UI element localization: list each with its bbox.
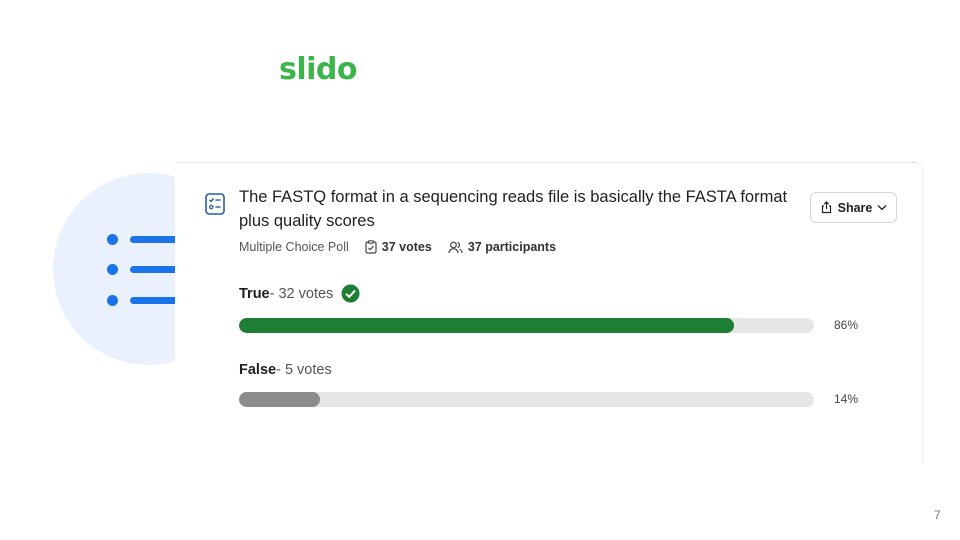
share-button-label: Share bbox=[837, 200, 873, 215]
share-button[interactable]: Share bbox=[810, 192, 897, 223]
correct-answer-check-icon bbox=[341, 284, 360, 303]
option-false-result-bar bbox=[239, 392, 814, 407]
chevron-down-icon bbox=[877, 205, 887, 211]
poll-type-label: Multiple Choice Poll bbox=[239, 240, 349, 254]
result-bar-fill bbox=[239, 392, 320, 407]
multiple-choice-poll-icon bbox=[205, 193, 225, 215]
clipboard-check-icon bbox=[365, 240, 377, 254]
option-name: False bbox=[239, 362, 277, 378]
slide-page-number: 7 bbox=[934, 508, 941, 522]
votes-count-label: 37 votes bbox=[381, 240, 432, 254]
share-icon bbox=[821, 201, 831, 214]
option-false-percent: 14% bbox=[834, 392, 859, 406]
option-true-result-bar bbox=[239, 318, 814, 333]
votes-count: 37 votes bbox=[365, 240, 432, 254]
poll-meta: Multiple Choice Poll 37 votes 37 partici… bbox=[239, 240, 572, 254]
option-votes: - 32 votes bbox=[269, 285, 334, 302]
poll-question: The FASTQ format in a sequencing reads f… bbox=[239, 188, 788, 230]
poll-results-card: The FASTQ format in a sequencing reads f… bbox=[175, 162, 923, 463]
option-name: True bbox=[239, 285, 270, 302]
option-true-percent: 86% bbox=[834, 318, 859, 332]
participants-count: 37 participants bbox=[448, 240, 556, 254]
participants-count-label: 37 participants bbox=[467, 240, 557, 254]
option-false-label: False - 5 votes bbox=[239, 362, 332, 378]
result-bar-fill bbox=[239, 318, 734, 333]
poll-type: Multiple Choice Poll bbox=[239, 240, 349, 254]
option-votes: - 5 votes bbox=[276, 362, 332, 378]
option-true-label: True - 32 votes bbox=[239, 284, 360, 303]
participants-icon bbox=[448, 241, 463, 253]
slido-logo: slido bbox=[279, 52, 358, 87]
